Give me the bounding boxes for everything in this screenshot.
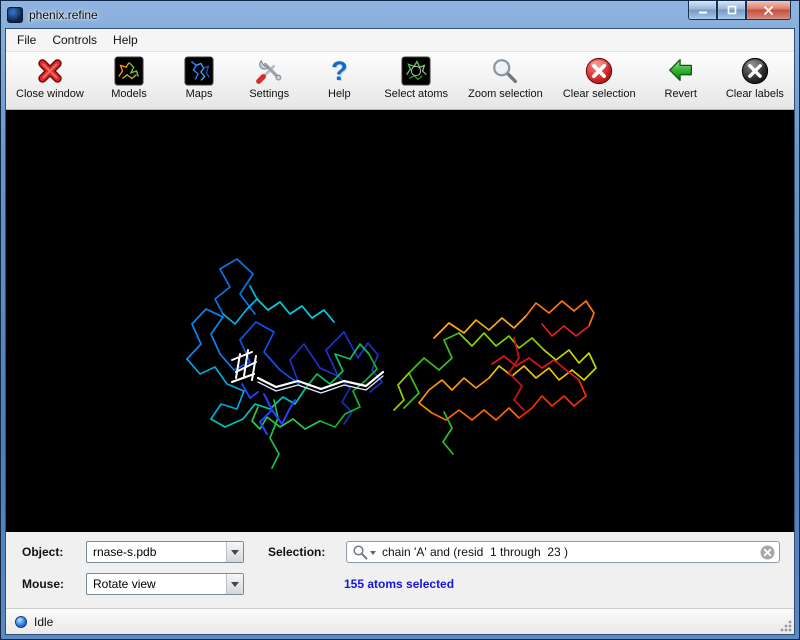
toolbar-label: Settings (249, 88, 289, 100)
search-icon (352, 544, 369, 561)
toolbar-button-close-window[interactable]: Close window (16, 55, 84, 100)
status-bar: Idle (6, 608, 794, 634)
models-icon (113, 55, 145, 87)
toolbar-button-help[interactable]: ? Help (314, 55, 364, 100)
molecule-render (6, 110, 794, 532)
status-text: Idle (34, 615, 53, 629)
gl-viewport[interactable] (6, 110, 794, 532)
object-dropdown-value: rnase-s.pdb (87, 542, 226, 562)
close-icon (763, 5, 774, 16)
mouse-mode-dropdown-button[interactable] (226, 574, 243, 594)
clear-labels-icon (739, 55, 771, 87)
select-atoms-icon (400, 55, 432, 87)
toolbar-button-clear-labels[interactable]: Clear labels (726, 55, 784, 100)
maximize-button[interactable] (717, 1, 746, 20)
atoms-selected-status: 155 atoms selected (344, 577, 454, 591)
toolbar-label: Close window (16, 88, 84, 100)
app-window: phenix.refine File Controls Help (0, 0, 800, 640)
toolbar-button-zoom-selection[interactable]: Zoom selection (468, 55, 543, 100)
control-panel: Object: rnase-s.pdb Selection: (6, 532, 794, 608)
zoom-selection-icon (489, 55, 521, 87)
toolbar-button-settings[interactable]: Settings (244, 55, 294, 100)
window-content: File Controls Help Close window (5, 28, 795, 635)
toolbar-label: Clear labels (726, 88, 784, 100)
selection-input[interactable] (378, 545, 760, 559)
toolbar-button-models[interactable]: Models (104, 55, 154, 100)
clear-selection-icon (583, 55, 615, 87)
toolbar-label: Clear selection (563, 88, 636, 100)
toolbar-button-revert[interactable]: Revert (656, 55, 706, 100)
chevron-down-icon (231, 550, 239, 559)
toolbar: Close window Models (6, 52, 794, 110)
window-title: phenix.refine (29, 8, 98, 22)
toolbar-button-clear-selection[interactable]: Clear selection (563, 55, 636, 100)
mouse-mode-value: Rotate view (87, 574, 226, 594)
toolbar-label: Zoom selection (468, 88, 543, 100)
toolbar-label: Select atoms (384, 88, 448, 100)
mouse-label: Mouse: (22, 577, 86, 591)
close-window-icon (34, 55, 66, 87)
object-label: Object: (22, 545, 86, 559)
minimize-button[interactable] (688, 1, 717, 20)
toolbar-label: Revert (665, 88, 697, 100)
chevron-down-icon (231, 582, 239, 591)
menu-file[interactable]: File (9, 30, 44, 50)
toolbar-label: Help (328, 88, 351, 100)
app-icon (7, 7, 23, 23)
status-led-icon (15, 616, 27, 628)
caption-buttons (688, 1, 791, 20)
toolbar-label: Maps (186, 88, 213, 100)
object-dropdown[interactable]: rnase-s.pdb (86, 541, 244, 563)
help-icon: ? (323, 55, 355, 87)
mouse-mode-dropdown[interactable]: Rotate view (86, 573, 244, 595)
clear-input-icon[interactable] (760, 545, 775, 560)
menu-controls[interactable]: Controls (44, 30, 105, 50)
minimize-icon (698, 5, 708, 15)
toolbar-label: Models (111, 88, 146, 100)
toolbar-button-maps[interactable]: Maps (174, 55, 224, 100)
selection-label: Selection: (268, 545, 346, 559)
resize-grip[interactable] (780, 620, 792, 632)
object-selection-row: Object: rnase-s.pdb Selection: (22, 540, 780, 564)
settings-icon (253, 55, 285, 87)
mouse-row: Mouse: Rotate view 155 atoms selected (22, 572, 780, 596)
title-bar[interactable]: phenix.refine (1, 1, 799, 28)
toolbar-button-select-atoms[interactable]: Select atoms (384, 55, 448, 100)
object-dropdown-button[interactable] (226, 542, 243, 562)
selection-searchbox[interactable] (346, 541, 780, 563)
maps-icon (183, 55, 215, 87)
menu-help[interactable]: Help (105, 30, 146, 50)
revert-icon (665, 55, 697, 87)
maximize-icon (727, 5, 737, 15)
menu-bar: File Controls Help (6, 29, 794, 52)
close-button[interactable] (746, 1, 791, 20)
search-options-chevron-icon[interactable] (370, 551, 376, 558)
